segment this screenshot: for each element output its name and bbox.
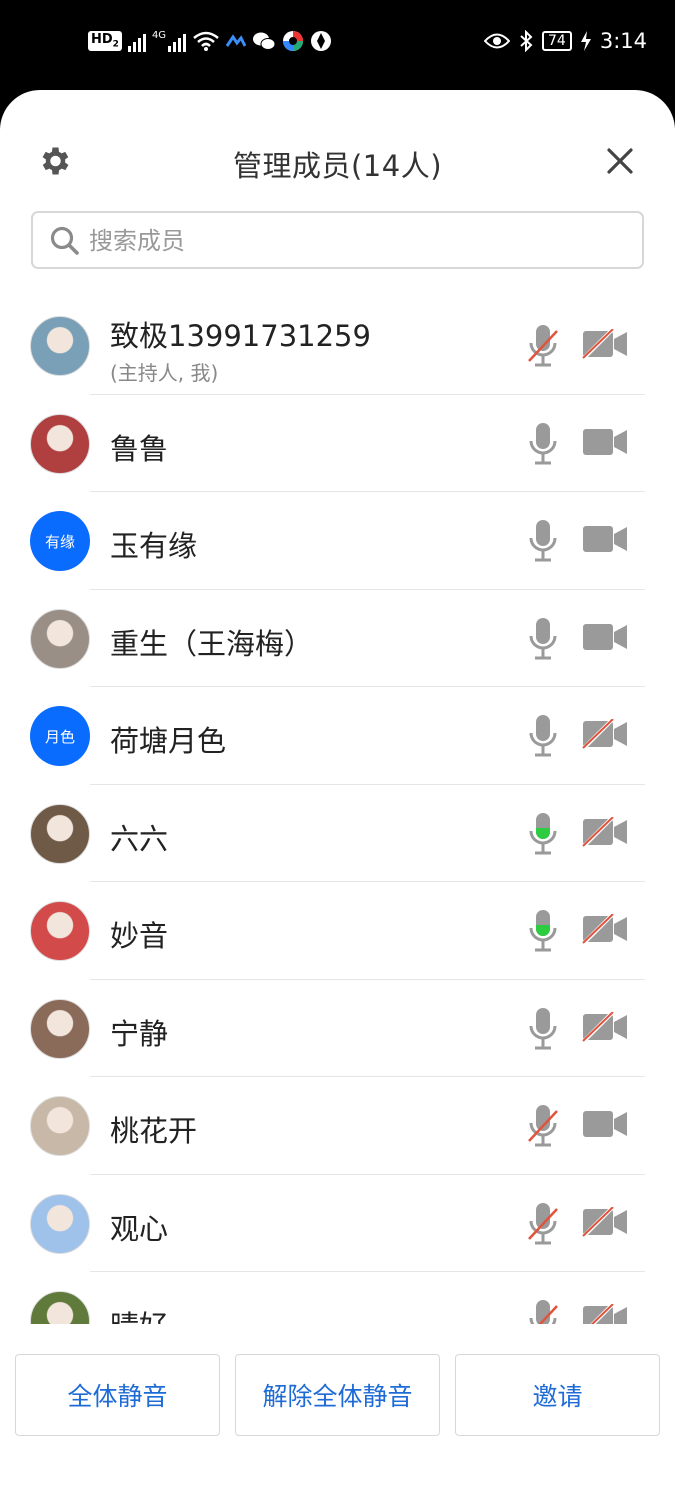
browser-icon: [283, 31, 304, 51]
list-item[interactable]: 重生（王海梅）: [0, 590, 675, 687]
member-name: 观心: [110, 1211, 169, 1246]
avatar: [30, 803, 90, 864]
member-name: 妙音: [110, 919, 169, 953]
member-name: 宁静: [110, 1016, 169, 1051]
camera-off-icon[interactable]: [582, 1303, 628, 1324]
avatar: 月色: [30, 706, 90, 766]
member-role: (主持人, 我): [110, 361, 219, 385]
app-notify-icon: [226, 34, 247, 47]
charging-icon: [580, 31, 591, 51]
camera-icon[interactable]: [582, 524, 628, 554]
search-box[interactable]: [31, 211, 644, 269]
mic-icon[interactable]: [527, 1006, 559, 1052]
camera-icon[interactable]: [582, 427, 628, 457]
search-icon: [50, 226, 79, 255]
member-list[interactable]: 致极13991731259 (主持人, 我) 鲁鲁有缘 玉有缘重生（王海梅） 月色 荷塘月…: [0, 297, 675, 1324]
footer-actions: 全体静音 解除全体静音 邀请: [0, 1324, 675, 1500]
camera-off-icon[interactable]: [582, 815, 628, 847]
camera-off-icon[interactable]: [582, 328, 628, 360]
mic-muted-icon[interactable]: [527, 1103, 559, 1149]
mic-icon[interactable]: [527, 421, 559, 467]
mic-icon[interactable]: [527, 518, 559, 564]
member-name: 玉有缘: [110, 529, 198, 563]
status-bar: HD2 4G 74 3:14: [0, 0, 675, 90]
list-item[interactable]: 桃花开: [0, 1077, 675, 1175]
list-item[interactable]: 妙音: [0, 882, 675, 980]
member-name: 重生（王海梅）: [110, 626, 314, 661]
eye-icon: [484, 33, 510, 49]
mic-muted-icon[interactable]: [527, 1201, 559, 1247]
list-item[interactable]: 鲁鲁: [0, 395, 675, 492]
member-name: 桃花开: [110, 1114, 198, 1148]
list-item[interactable]: 宁静: [0, 980, 675, 1077]
wechat-icon: [253, 32, 276, 50]
sheet-header: 管理成员(14人): [0, 90, 675, 210]
avatar: [30, 1096, 90, 1156]
avatar: [30, 608, 90, 669]
list-item[interactable]: 有缘 玉有缘: [0, 492, 675, 590]
list-item[interactable]: 晴好: [0, 1272, 675, 1324]
mic-icon[interactable]: [527, 713, 559, 759]
member-name: 荷塘月色: [110, 724, 227, 758]
page-title: 管理成员(14人): [232, 149, 443, 183]
list-item[interactable]: 致极13991731259 (主持人, 我): [0, 297, 675, 395]
clock: 3:14: [599, 29, 647, 53]
avatar: [30, 413, 90, 474]
avatar: 有缘: [30, 511, 90, 571]
member-name: 致极13991731259: [110, 319, 371, 353]
network-type: 4G: [151, 29, 167, 41]
unmute-all-button[interactable]: 解除全体静音: [235, 1354, 440, 1436]
hd-badge: HD2: [88, 31, 122, 51]
camera-off-icon[interactable]: [582, 1205, 628, 1237]
invite-button[interactable]: 邀请: [455, 1354, 660, 1436]
mic-speaking-icon[interactable]: [527, 908, 559, 954]
camera-icon[interactable]: [582, 622, 628, 652]
list-item[interactable]: 月色 荷塘月色: [0, 687, 675, 785]
mic-muted-icon[interactable]: [527, 1298, 559, 1324]
battery-indicator: 74: [542, 31, 572, 51]
list-item[interactable]: 观心: [0, 1175, 675, 1272]
bluetooth-icon: [520, 30, 533, 52]
signal-icon-2: [168, 30, 187, 52]
avatar: [30, 316, 90, 376]
member-name: 鲁鲁: [110, 431, 169, 466]
close-icon[interactable]: [603, 144, 637, 178]
camera-off-icon[interactable]: [582, 913, 628, 945]
camera-off-icon[interactable]: [582, 1010, 628, 1042]
status-left: HD2 4G: [88, 28, 332, 54]
manage-members-sheet: 管理成员(14人) 致极13991731259 (主持人, 我) 鲁鲁有缘玉有缘重生…: [0, 90, 675, 1500]
avatar: [30, 901, 90, 961]
mic-speaking-icon[interactable]: [527, 811, 559, 857]
avatar: [30, 998, 90, 1059]
mute-all-button[interactable]: 全体静音: [15, 1354, 220, 1436]
avatar: [30, 1291, 90, 1324]
camera-icon[interactable]: [582, 1109, 628, 1139]
list-item[interactable]: 六六: [0, 785, 675, 882]
search-input[interactable]: [89, 221, 629, 261]
mic-icon[interactable]: [527, 616, 559, 662]
wifi-icon: [193, 31, 219, 51]
member-name: 晴好: [110, 1303, 168, 1324]
camera-off-icon[interactable]: [582, 718, 628, 750]
member-name: 六六: [110, 821, 169, 856]
avatar: [30, 1193, 90, 1254]
signal-icon: [127, 30, 146, 52]
aperture-icon: [311, 31, 332, 51]
status-right: 74 3:14: [484, 27, 647, 55]
mic-muted-icon[interactable]: [527, 323, 559, 369]
